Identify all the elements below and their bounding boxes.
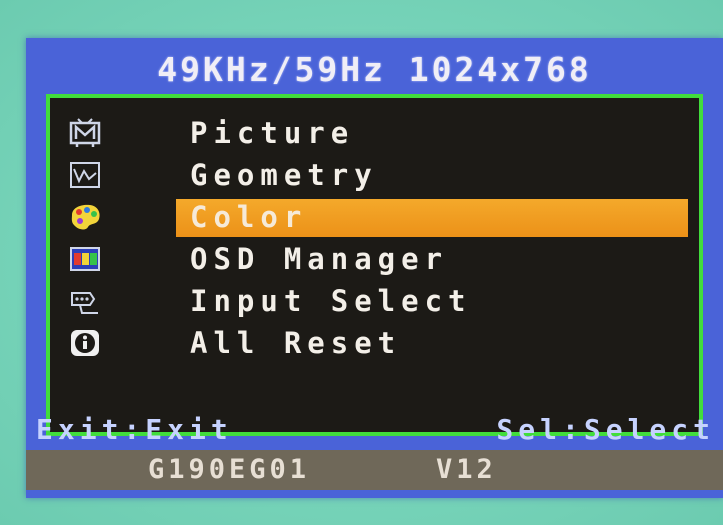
menu-item-picture[interactable]: Picture (50, 112, 699, 154)
model-name: G190EG01 (148, 454, 311, 485)
menu-item-label: Picture (190, 116, 355, 150)
osd-window: 49KHz/59Hz 1024x768 Picture Geometry Col… (26, 38, 723, 498)
menu-item-all-reset[interactable]: All Reset (50, 322, 699, 364)
menu-item-geometry[interactable]: Geometry (50, 154, 699, 196)
menu-item-label: Input Select (190, 284, 472, 318)
menu-item-label: All Reset (190, 326, 402, 360)
monitor-screen: 49KHz/59Hz 1024x768 Picture Geometry Col… (0, 0, 723, 525)
picture-icon (68, 117, 102, 149)
firmware-version: V12 (436, 454, 497, 485)
menu-item-label: Color (190, 200, 308, 234)
exit-hint: Exit:Exit (36, 413, 233, 446)
model-bar: G190EG01 V12 (26, 450, 723, 490)
menu-panel: Picture Geometry Color OSD Manager Input… (46, 94, 703, 436)
menu-item-color[interactable]: Color (50, 196, 699, 238)
select-hint: Sel:Select (496, 413, 715, 446)
menu-item-osd-manager[interactable]: OSD Manager (50, 238, 699, 280)
color-palette-icon (68, 201, 102, 233)
menu-item-label: OSD Manager (190, 242, 449, 276)
menu-item-input-select[interactable]: Input Select (50, 280, 699, 322)
menu-item-label: Geometry (190, 158, 378, 192)
resolution-readout: 49KHz/59Hz 1024x768 (157, 50, 592, 89)
osd-icon (68, 243, 102, 275)
osd-footer: Exit:Exit Sel:Select (26, 412, 723, 448)
input-select-icon (68, 285, 102, 317)
geometry-icon (68, 159, 102, 191)
info-reset-icon (68, 327, 102, 359)
